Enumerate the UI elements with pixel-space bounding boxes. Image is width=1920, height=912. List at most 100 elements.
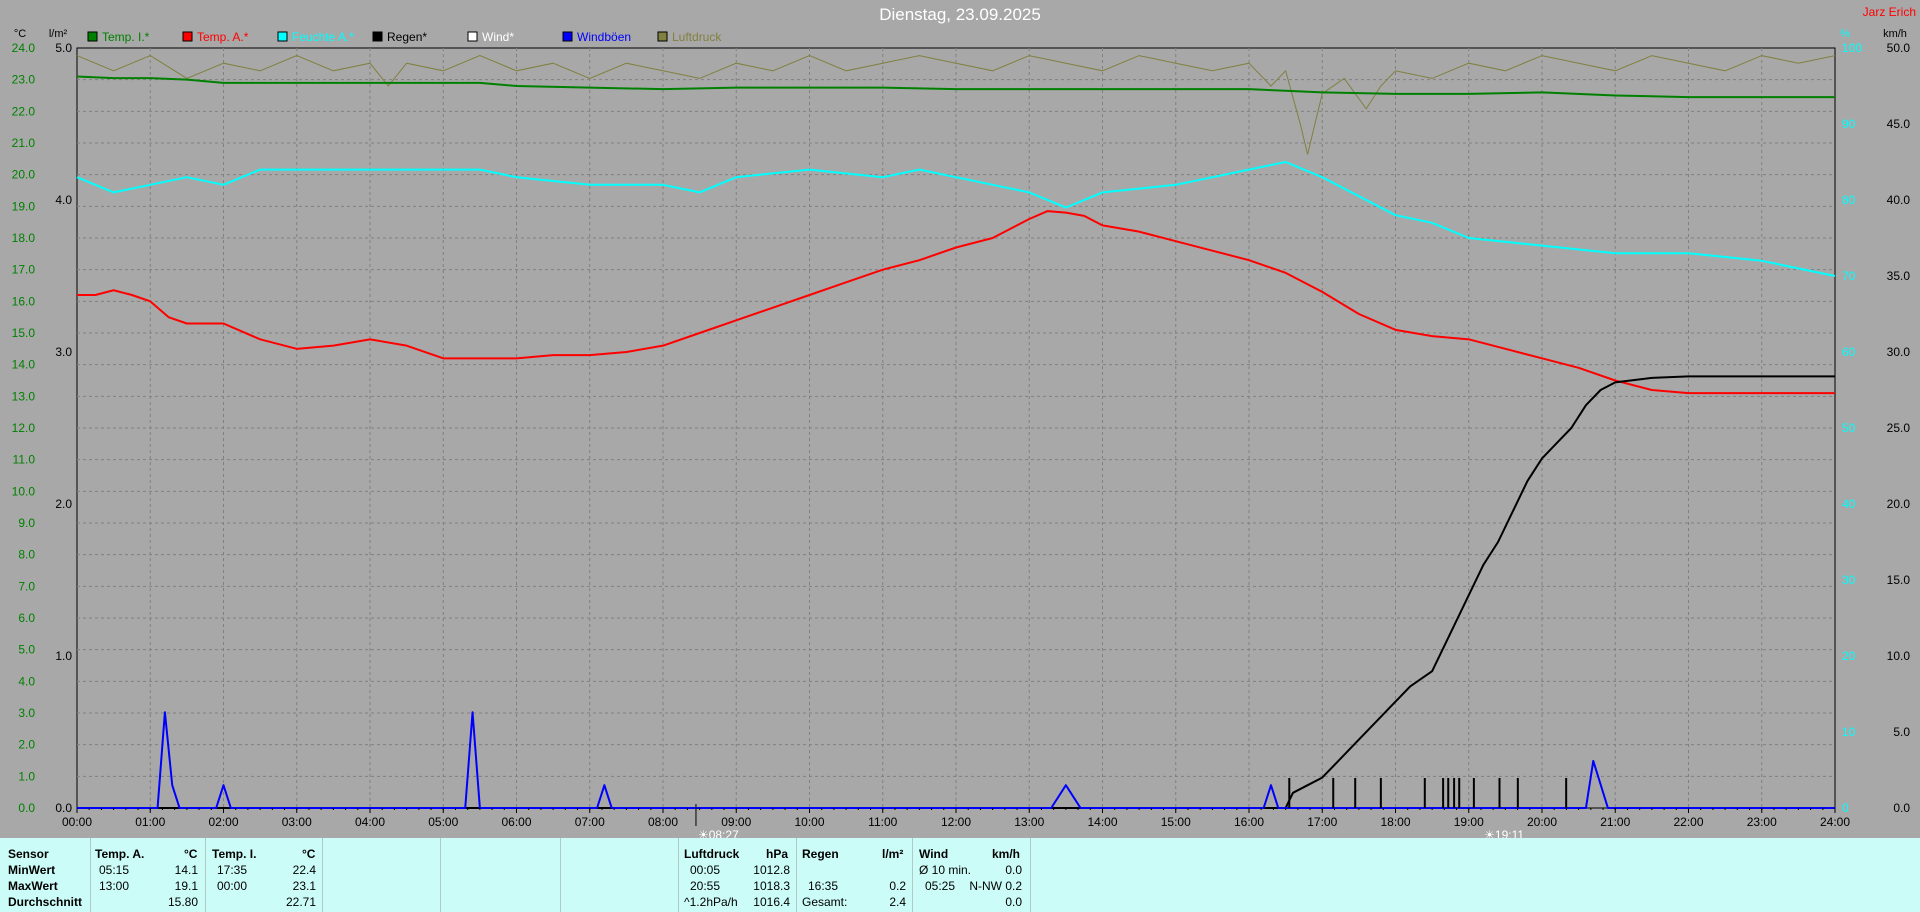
temp-a-unit: °C bbox=[184, 847, 198, 861]
pressure-header: Luftdruck bbox=[684, 847, 740, 861]
temp-tick-label: 12.0 bbox=[12, 421, 36, 435]
row-label-min: MinWert bbox=[8, 863, 56, 877]
wind-avg2: 0.0 bbox=[1005, 895, 1022, 909]
temp-i-unit: °C bbox=[302, 847, 316, 861]
sun-marker-label: ☀19:11 bbox=[1484, 828, 1524, 838]
x-tick-label: 12:00 bbox=[941, 815, 971, 829]
rain-total: 2.4 bbox=[889, 895, 906, 909]
x-tick-label: 03:00 bbox=[282, 815, 312, 829]
x-tick-label: 22:00 bbox=[1673, 815, 1703, 829]
legend-label: Temp. I.* bbox=[102, 30, 150, 44]
temp-tick-label: 4.0 bbox=[18, 674, 35, 688]
wind-tick-label: 5.0 bbox=[1893, 725, 1910, 739]
legend-swatch bbox=[372, 31, 383, 42]
wind-tick-label: 15.0 bbox=[1887, 573, 1911, 587]
temp-tick-label: 15.0 bbox=[12, 326, 36, 340]
x-tick-label: 19:00 bbox=[1454, 815, 1484, 829]
wind-tick-label: 0.0 bbox=[1893, 801, 1910, 815]
temp-tick-label: 17.0 bbox=[12, 263, 36, 277]
temp-a-header: Temp. A. bbox=[95, 847, 145, 861]
temp-a-avg: 15.80 bbox=[167, 895, 198, 909]
pressure-max: 1018.3 bbox=[753, 879, 790, 893]
temp-tick-label: 3.0 bbox=[18, 706, 35, 720]
temp-tick-label: 6.0 bbox=[18, 611, 35, 625]
legend-swatch bbox=[657, 31, 668, 42]
row-label-avg: Durchschnitt bbox=[8, 895, 83, 909]
wind-tick-label: 20.0 bbox=[1887, 497, 1911, 511]
x-tick-label: 07:00 bbox=[575, 815, 605, 829]
rain-tick-label: 1.0 bbox=[55, 649, 72, 663]
temp-tick-label: 23.0 bbox=[12, 73, 36, 87]
legend-label: Luftdruck bbox=[672, 30, 722, 44]
legend-label: Regen* bbox=[387, 30, 427, 44]
humidity-tick-label: 10 bbox=[1842, 725, 1856, 739]
x-tick-label: 08:00 bbox=[648, 815, 678, 829]
temp-tick-label: 22.0 bbox=[12, 104, 36, 118]
wind-header: Wind bbox=[919, 847, 949, 861]
legend-swatch bbox=[467, 31, 478, 42]
humidity-tick-label: 60 bbox=[1842, 345, 1856, 359]
humidity-tick-label: 100 bbox=[1842, 41, 1862, 55]
x-tick-label: 24:00 bbox=[1820, 815, 1850, 829]
rain-tick-label: 4.0 bbox=[55, 193, 72, 207]
rain-tick-label: 0.0 bbox=[55, 801, 72, 815]
temp-tick-label: 13.0 bbox=[12, 389, 36, 403]
legend-label: Temp. A.* bbox=[197, 30, 249, 44]
rain-max-time: 16:35 bbox=[808, 879, 839, 893]
legend-label: Feuchte A.* bbox=[292, 30, 354, 44]
x-tick-label: 09:00 bbox=[721, 815, 751, 829]
x-tick-label: 17:00 bbox=[1307, 815, 1337, 829]
x-tick-label: 06:00 bbox=[501, 815, 531, 829]
temp-i-min-time: 17:35 bbox=[217, 863, 248, 877]
temp-tick-label: 21.0 bbox=[12, 136, 36, 150]
wind-tick-label: 45.0 bbox=[1887, 117, 1911, 131]
pressure-min-time: 00:05 bbox=[690, 863, 721, 877]
wind-avg-label: Ø 10 min. bbox=[919, 863, 972, 877]
wind-avg: 0.0 bbox=[1005, 863, 1022, 877]
temp-a-min-time: 05:15 bbox=[99, 863, 130, 877]
legend-swatch bbox=[277, 31, 288, 42]
humidity-tick-label: 20 bbox=[1842, 649, 1856, 663]
wind-unit-label: km/h bbox=[1883, 28, 1907, 40]
temp-tick-label: 9.0 bbox=[18, 516, 35, 530]
temp-a-min: 14.1 bbox=[174, 863, 198, 877]
temp-tick-label: 5.0 bbox=[18, 643, 35, 657]
wind-tick-label: 25.0 bbox=[1887, 421, 1911, 435]
wind-max: N-NW 0.2 bbox=[969, 879, 1022, 893]
temp-i-min: 22.4 bbox=[292, 863, 316, 877]
temp-i-header: Temp. I. bbox=[212, 847, 257, 861]
humidity-tick-label: 90 bbox=[1842, 117, 1856, 131]
rain-unit-label: l/m² bbox=[49, 28, 68, 40]
author-label: Jarz Erich bbox=[1863, 5, 1916, 19]
pressure-max-time: 20:55 bbox=[690, 879, 721, 893]
temp-tick-label: 7.0 bbox=[18, 579, 35, 593]
legend: Temp. I.* Temp. A.* Feuchte A.* Regen* Wind*… bbox=[87, 30, 722, 44]
x-tick-label: 16:00 bbox=[1234, 815, 1264, 829]
humidity-tick-label: 40 bbox=[1842, 497, 1856, 511]
temp-i-max-time: 00:00 bbox=[217, 879, 248, 893]
pressure-min: 1012.8 bbox=[753, 863, 790, 877]
humidity-tick-label: 30 bbox=[1842, 573, 1856, 587]
sun-marker-label: ☀08:27 bbox=[698, 828, 739, 838]
legend-label: Windböen bbox=[577, 30, 631, 44]
pressure-unit: hPa bbox=[766, 847, 789, 861]
legend-label: Wind* bbox=[482, 30, 514, 44]
temp-tick-label: 24.0 bbox=[12, 41, 36, 55]
temp-tick-label: 1.0 bbox=[18, 769, 35, 783]
temp-a-max: 19.1 bbox=[174, 879, 198, 893]
temp-tick-label: 18.0 bbox=[12, 231, 36, 245]
x-tick-label: 15:00 bbox=[1161, 815, 1191, 829]
x-tick-label: 00:00 bbox=[62, 815, 92, 829]
temp-tick-label: 11.0 bbox=[13, 453, 36, 467]
x-tick-label: 23:00 bbox=[1747, 815, 1777, 829]
x-tick-label: 14:00 bbox=[1087, 815, 1117, 829]
rain-unit: l/m² bbox=[882, 847, 904, 861]
wind-tick-label: 30.0 bbox=[1887, 345, 1911, 359]
statistics-panel: Sensor MinWert MaxWert Durchschnitt Temp… bbox=[0, 838, 1920, 912]
wind-tick-label: 40.0 bbox=[1887, 193, 1911, 207]
pressure-trend-label: ^1.2hPa/h bbox=[684, 895, 738, 909]
x-tick-label: 11:00 bbox=[868, 815, 897, 829]
wind-tick-label: 10.0 bbox=[1887, 649, 1911, 663]
humidity-tick-label: 0 bbox=[1842, 801, 1849, 815]
temp-tick-label: 10.0 bbox=[12, 484, 36, 498]
